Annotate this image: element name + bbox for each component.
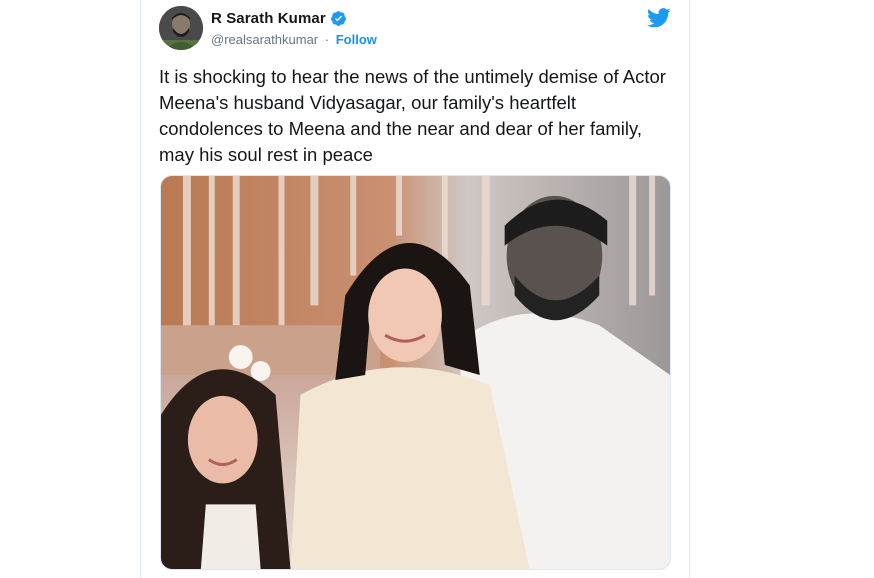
tweet-photo[interactable] [160, 175, 671, 570]
separator: · [324, 32, 330, 47]
name-row: R Sarath Kumar [211, 10, 347, 27]
author-display-name[interactable]: R Sarath Kumar [211, 10, 326, 27]
tweet-text: It is shocking to hear the news of the u… [159, 66, 666, 165]
tweet-card: R Sarath Kumar @realsarathkumar · Follow… [140, 0, 690, 578]
follow-button[interactable]: Follow [336, 32, 377, 47]
author-handle[interactable]: @realsarathkumar [211, 32, 318, 47]
avatar-image [159, 6, 203, 50]
verified-badge-icon [330, 10, 347, 27]
handle-row: @realsarathkumar · Follow [211, 32, 377, 47]
twitter-bird-icon[interactable] [647, 8, 671, 28]
author-avatar[interactable] [159, 6, 203, 50]
tweet-header: R Sarath Kumar @realsarathkumar · Follow [159, 6, 671, 54]
family-photo [161, 176, 670, 569]
